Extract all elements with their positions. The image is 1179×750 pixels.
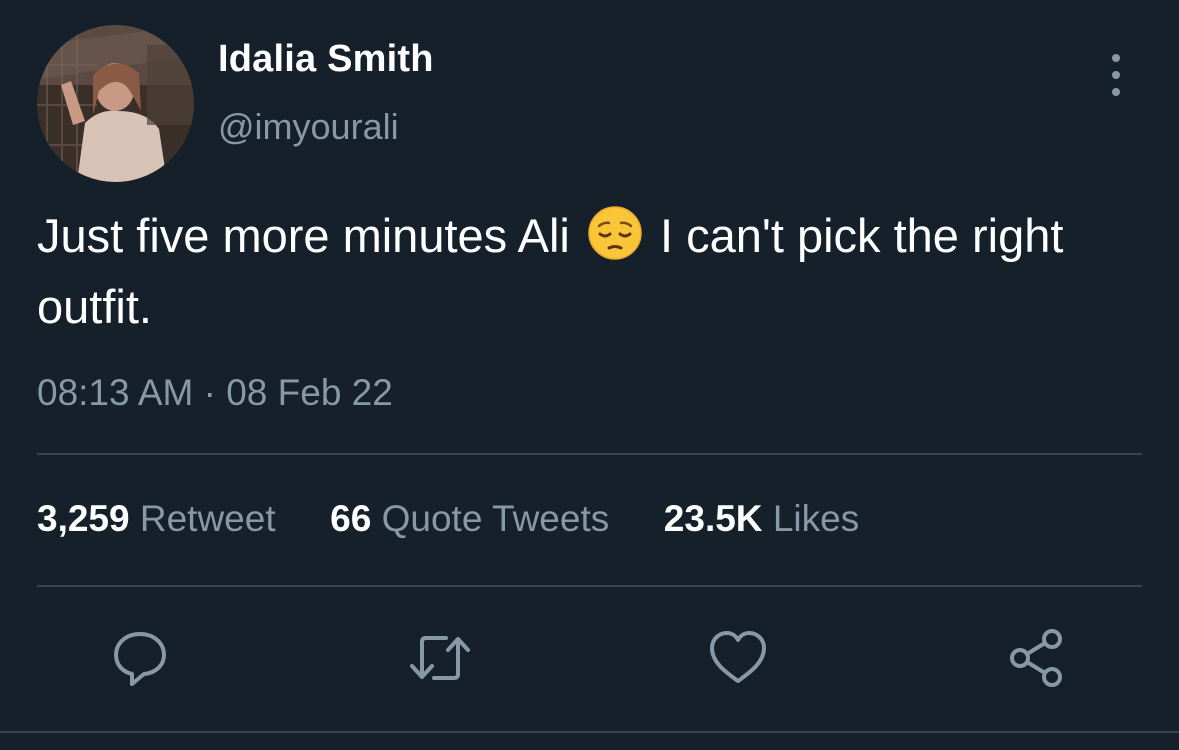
retweet-label: Retweet: [139, 498, 276, 539]
more-icon-dot: [1112, 54, 1120, 62]
pensive-face-emoji-icon: [587, 205, 643, 276]
tweet-text: Just five more minutes Ali I can't pick …: [37, 205, 1137, 338]
tweet-detail: Idalia Smith @imyourali Just five more m…: [0, 0, 1179, 750]
display-name[interactable]: Idalia Smith: [218, 38, 434, 81]
profile-photo: [37, 25, 194, 182]
likes-stat[interactable]: 23.5K Likes: [654, 498, 860, 539]
reply-icon: [114, 632, 166, 686]
retweet-count: 3,259: [37, 498, 130, 539]
tweet-timestamp[interactable]: 08:13 AM · 08 Feb 22: [37, 372, 393, 414]
share-button[interactable]: [1006, 626, 1070, 690]
quote-count: 66: [330, 498, 372, 539]
quote-stat[interactable]: 66 Quote Tweets: [320, 498, 620, 539]
heart-icon: [710, 631, 766, 683]
divider: [37, 453, 1142, 455]
tweet-text-part1: Just five more minutes Ali: [37, 209, 570, 262]
reply-button[interactable]: [108, 626, 172, 690]
avatar[interactable]: [37, 25, 194, 182]
divider: [37, 585, 1142, 587]
more-icon-dot: [1112, 88, 1120, 96]
quote-label: Quote Tweets: [381, 498, 610, 539]
retweet-button[interactable]: [408, 626, 472, 690]
user-handle[interactable]: @imyourali: [218, 106, 399, 148]
engagement-stats: 3,259 Retweet 66 Quote Tweets 23.5K Like…: [37, 498, 859, 540]
likes-label: Likes: [772, 498, 860, 539]
more-icon-dot: [1112, 71, 1120, 79]
divider: [0, 731, 1179, 733]
share-icon: [1010, 629, 1062, 687]
more-options-button[interactable]: [1096, 54, 1136, 96]
likes-count: 23.5K: [663, 498, 763, 539]
like-button[interactable]: [706, 626, 770, 690]
retweet-stat[interactable]: 3,259 Retweet: [37, 498, 286, 539]
retweet-icon: [410, 636, 470, 680]
